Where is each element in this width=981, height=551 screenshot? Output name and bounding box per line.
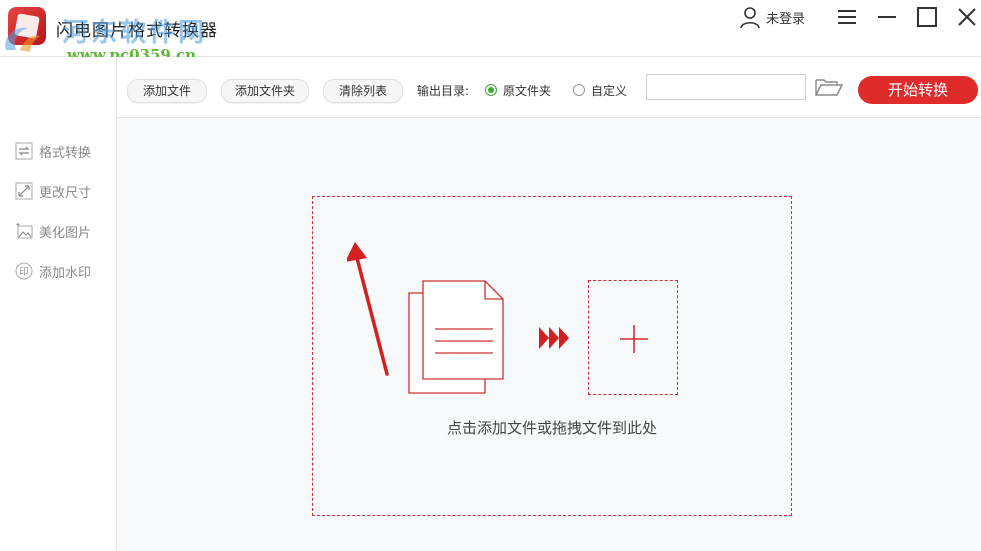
start-convert-button[interactable]: 开始转换 xyxy=(858,76,978,104)
toolbar: 添加文件 添加文件夹 清除列表 输出目录: 原文件夹 自定义 开始转换 xyxy=(117,57,981,118)
sidebar-item-beautify[interactable]: 美化图片 xyxy=(15,221,91,241)
menu-icon[interactable] xyxy=(836,6,858,28)
fast-forward-icon xyxy=(539,327,569,349)
folder-open-icon[interactable] xyxy=(815,77,843,97)
sidebar-item-label: 更改尺寸 xyxy=(39,185,92,201)
sidebar-item-watermark[interactable]: 印 添加水印 xyxy=(15,261,91,281)
sidebar-item-format-convert[interactable]: 格式转换 xyxy=(15,141,91,161)
radio-original-folder-label[interactable]: 原文件夹 xyxy=(503,82,551,99)
watermark-seal-icon: 印 xyxy=(15,262,33,280)
beautify-image-icon xyxy=(15,222,33,240)
svg-text:印: 印 xyxy=(19,266,28,278)
watermark-site-name: 河东软件网 xyxy=(62,18,208,48)
user-login[interactable]: 未登录 xyxy=(738,5,805,29)
main-area: 点击添加文件或拖拽文件到此处 xyxy=(117,118,981,551)
title-bar: 闪电图片格式转换器 河东软件网 www.pc0359.cn 未登录 xyxy=(0,0,981,64)
radio-custom-folder[interactable] xyxy=(573,84,585,96)
drop-hint-text: 点击添加文件或拖拽文件到此处 xyxy=(446,419,657,437)
output-directory-label: 输出目录: xyxy=(417,84,470,98)
add-file-target[interactable] xyxy=(588,280,678,395)
sidebar-item-label: 格式转换 xyxy=(39,145,92,161)
file-drop-zone[interactable]: 点击添加文件或拖拽文件到此处 xyxy=(312,196,792,516)
sidebar-item-label: 添加水印 xyxy=(39,265,92,281)
sidebar-item-resize[interactable]: 更改尺寸 xyxy=(15,181,91,201)
minimize-icon[interactable] xyxy=(876,6,898,28)
sidebar: 格式转换 更改尺寸 美化图片 印 添加水印 xyxy=(0,57,117,551)
user-login-label: 未登录 xyxy=(766,11,806,27)
sidebar-item-label: 美化图片 xyxy=(39,225,92,241)
swap-arrows-icon xyxy=(15,142,33,160)
radio-original-folder[interactable] xyxy=(485,84,497,96)
plus-icon xyxy=(620,325,648,353)
clear-list-button[interactable]: 清除列表 xyxy=(323,79,403,103)
add-file-button[interactable]: 添加文件 xyxy=(127,79,207,103)
add-folder-button[interactable]: 添加文件夹 xyxy=(221,79,309,103)
watermark-logo-icon xyxy=(5,27,40,52)
radio-custom-folder-label[interactable]: 自定义 xyxy=(591,82,627,99)
user-icon xyxy=(740,7,760,29)
output-path-input[interactable] xyxy=(646,74,806,100)
maximize-icon[interactable] xyxy=(916,6,938,28)
document-stack-icon xyxy=(408,280,504,394)
close-icon[interactable] xyxy=(956,6,978,28)
resize-icon xyxy=(15,182,33,200)
